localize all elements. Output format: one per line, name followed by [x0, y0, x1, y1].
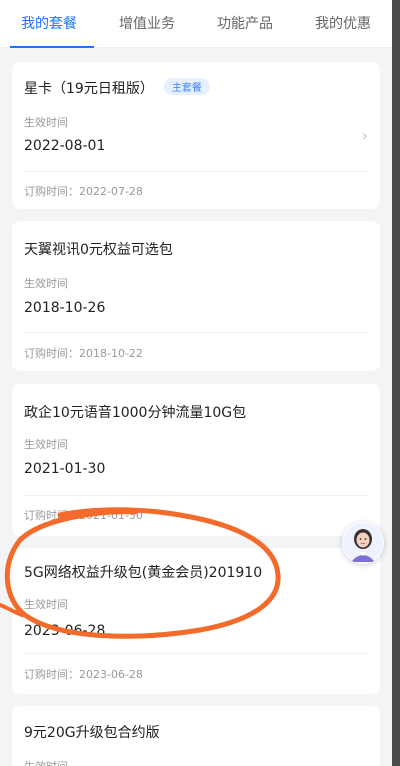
divider — [24, 171, 368, 172]
plan-card[interactable]: 政企10元语音1000分钟流量10G包 生效时间 2021-01-30 订购时间… — [12, 384, 380, 536]
order-time: 订购时间：2021-01-30 — [24, 509, 143, 522]
effective-label: 生效时间 — [24, 598, 68, 611]
tab-value-added[interactable]: 增值业务 — [98, 0, 196, 48]
assistant-avatar-icon[interactable] — [342, 522, 384, 564]
plan-card[interactable]: 5G网络权益升级包(黄金会员)201910 生效时间 2023-06-28 订购… — [12, 548, 380, 694]
order-time: 订购时间：2022-07-28 — [24, 185, 143, 198]
effective-label: 生效时间 — [24, 438, 68, 451]
main-plan-badge: 主套餐 — [163, 78, 210, 95]
effective-label: 生效时间 — [24, 758, 68, 766]
chevron-right-icon[interactable]: › — [362, 126, 368, 145]
tab-my-offers[interactable]: 我的优惠 — [294, 0, 392, 48]
plan-card[interactable]: 天翼视讯0元权益可选包 生效时间 2018-10-26 订购时间：2018-10… — [12, 221, 380, 371]
plan-title: 9元20G升级包合约版 — [24, 725, 160, 741]
effective-label: 生效时间 — [24, 116, 68, 129]
tab-feature-products[interactable]: 功能产品 — [196, 0, 294, 48]
effective-label: 生效时间 — [24, 277, 68, 290]
effective-date: 2023-06-28 — [24, 623, 106, 639]
plan-title: 星卡（19元日租版） 主套餐 — [24, 78, 210, 98]
divider — [24, 495, 368, 496]
divider — [24, 332, 368, 333]
plan-card[interactable]: 9元20G升级包合约版 生效时间 — [12, 706, 380, 766]
scrollbar-strip — [392, 0, 400, 766]
order-time: 订购时间：2023-06-28 — [24, 668, 143, 681]
plan-card-main[interactable]: 星卡（19元日租版） 主套餐 生效时间 2022-08-01 › 订购时间：202… — [12, 62, 380, 209]
divider — [24, 653, 368, 654]
effective-date: 2022-08-01 — [24, 138, 106, 154]
plan-title: 政企10元语音1000分钟流量10G包 — [24, 405, 247, 421]
plan-title: 5G网络权益升级包(黄金会员)201910 — [24, 565, 263, 581]
effective-date: 2021-01-30 — [24, 461, 106, 477]
order-time: 订购时间：2018-10-22 — [24, 347, 143, 360]
tab-bar: 我的套餐 增值业务 功能产品 我的优惠 — [0, 0, 392, 48]
effective-date: 2018-10-26 — [24, 300, 106, 316]
tab-my-plan[interactable]: 我的套餐 — [0, 0, 98, 48]
plan-title: 天翼视讯0元权益可选包 — [24, 242, 173, 258]
